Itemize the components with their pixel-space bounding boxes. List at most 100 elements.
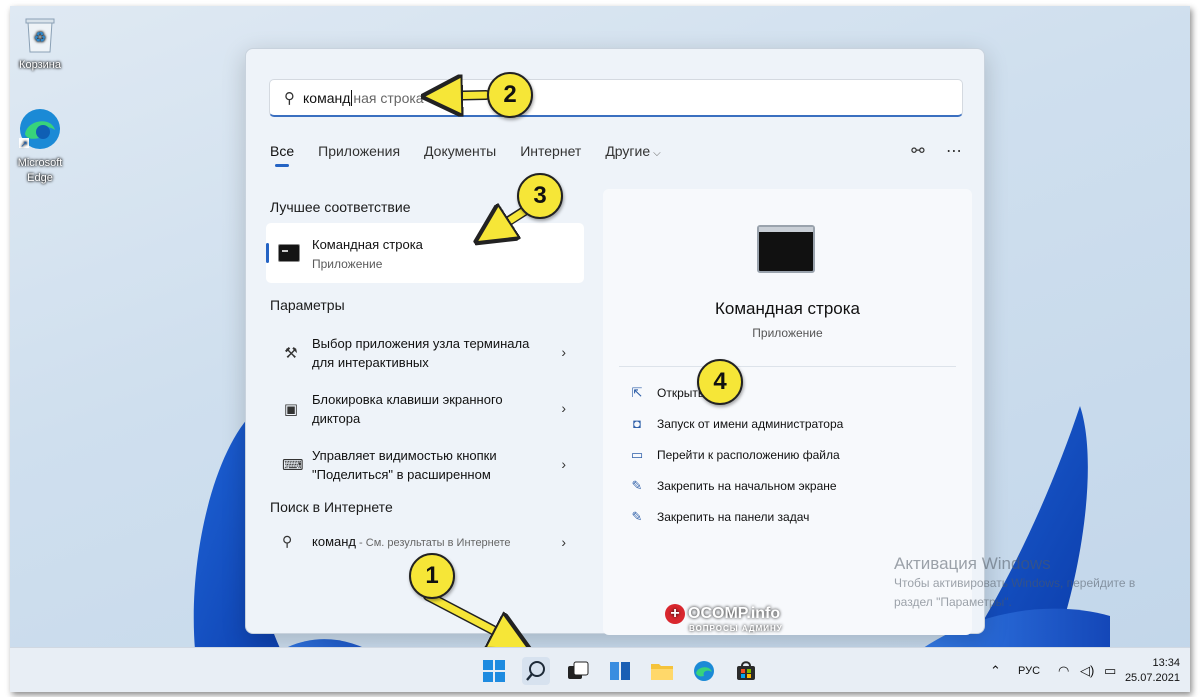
settings-tools-icon: ⚒	[284, 345, 298, 362]
command-prompt-icon	[278, 244, 300, 262]
chevron-right-icon: ›	[561, 400, 566, 416]
clock[interactable]: 13:34 25.07.2021	[1125, 656, 1180, 686]
site-logo: + OCOMP.info ВОПРОСЫ АДМИНУ	[665, 604, 783, 633]
edge-icon	[694, 661, 714, 681]
more-options-icon[interactable]: ⋯	[943, 141, 965, 163]
selection-indicator	[266, 243, 269, 263]
tab-label: Все	[270, 143, 295, 159]
open-external-icon: ⇱	[631, 385, 643, 400]
activation-line: раздел "Параметры".	[894, 595, 1012, 609]
recycle-bin-icon: ♻	[25, 18, 55, 53]
settings-item-text: Управляет видимостью кнопки "Поделиться"…	[312, 448, 497, 482]
step-badge-3: 3	[517, 173, 563, 219]
desktop-icon-recycle-bin[interactable]: ♻ Корзина	[10, 14, 70, 73]
search-icon	[526, 661, 545, 681]
task-view-button[interactable]	[564, 657, 592, 685]
command-prompt-large-icon	[757, 225, 815, 273]
desktop: ♻ Корзина ↗ Microsoft Edge ⚲ команд ная с…	[10, 6, 1190, 692]
activation-line: Чтобы активировать Windows, перейдите в	[894, 576, 1136, 590]
web-hint: - См. результаты в Интернете	[356, 537, 511, 549]
action-pin-to-taskbar[interactable]: ✎ Закрепить на панели задач	[629, 509, 810, 525]
pin-icon: ✎	[631, 478, 643, 493]
network-icon[interactable]: ◠	[1058, 648, 1069, 692]
taskbar: ⌃ РУС ◠ ◁) ▭ 13:34 25.07.2021	[10, 647, 1190, 692]
svg-text:♻: ♻	[34, 29, 47, 45]
action-label: Перейти к расположению файла	[657, 448, 840, 462]
settings-item-terminal-host[interactable]: ⚒ Выбор приложения узла терминала для ин…	[266, 327, 584, 379]
account-switch-icon[interactable]: ⚯	[907, 141, 929, 163]
search-input[interactable]: ⚲ команд ная строка	[269, 79, 963, 117]
svg-text:↗: ↗	[20, 139, 28, 149]
action-label: Закрепить на панели задач	[657, 510, 810, 524]
taskbar-search-button[interactable]	[522, 657, 550, 685]
tab-apps[interactable]: Приложения	[318, 143, 400, 167]
tray-overflow-button[interactable]: ⌃	[990, 648, 1001, 692]
desktop-icon-edge[interactable]: ↗ Microsoft Edge	[10, 106, 70, 186]
step-badge-4: 4	[697, 359, 743, 405]
chevron-right-icon: ›	[561, 344, 566, 360]
settings-item-narrator-lock[interactable]: ▣ Блокировка клавиши экранного диктора ›	[266, 383, 584, 435]
widgets-button[interactable]	[606, 657, 634, 685]
chevron-up-icon: ⌃	[990, 662, 1001, 678]
action-label: Закрепить на начальном экране	[657, 479, 837, 493]
tab-label: Другие	[605, 143, 651, 159]
clock-time: 13:34	[1152, 657, 1180, 669]
logo-brand: OCOMP.info	[688, 605, 781, 622]
best-match-subtitle: Приложение	[312, 257, 383, 271]
tab-other[interactable]: Другие ⌵	[605, 143, 660, 167]
search-suggestion-text: ная строка	[353, 89, 424, 106]
start-button[interactable]	[480, 657, 508, 685]
settings-item-text: Выбор приложения узла терминала для инте…	[312, 336, 530, 370]
store-button[interactable]	[732, 657, 760, 685]
volume-icon[interactable]: ◁)	[1080, 648, 1094, 692]
edge-icon: ↗	[19, 109, 60, 149]
text-caret	[351, 89, 353, 106]
divider	[619, 366, 956, 367]
best-match-title: Командная строка	[312, 237, 423, 252]
file-explorer-button[interactable]	[648, 657, 676, 685]
battery-icon[interactable]: ▭	[1104, 648, 1116, 692]
best-match-item[interactable]: Командная строка Приложение	[266, 223, 584, 283]
best-match-heading: Лучшее соответствие	[270, 199, 411, 215]
settings-item-text: Блокировка клавиши экранного диктора	[312, 392, 503, 426]
windows-logo-icon	[483, 660, 505, 682]
keyboard-icon: ⌨	[282, 457, 304, 474]
tab-internet[interactable]: Интернет	[520, 143, 581, 167]
action-open[interactable]: ⇱ Открыть	[629, 385, 705, 401]
detail-subtitle: Приложение	[752, 326, 823, 340]
settings-item-share-button[interactable]: ⌨ Управляет видимостью кнопки "Поделитьс…	[266, 439, 584, 491]
tab-documents[interactable]: Документы	[424, 143, 496, 167]
tab-label: Интернет	[520, 143, 582, 159]
web-search-heading: Поиск в Интернете	[270, 499, 393, 515]
edge-button[interactable]	[690, 657, 718, 685]
detail-title: Командная строка	[714, 299, 861, 318]
search-icon: ⚲	[282, 533, 293, 549]
language-indicator[interactable]: РУС	[1018, 648, 1040, 692]
pin-icon: ✎	[631, 509, 643, 524]
search-typed-text: команд	[303, 89, 351, 106]
activation-title: Активация Windows	[894, 554, 1051, 573]
chevron-right-icon: ›	[561, 534, 566, 550]
activation-watermark: Активация Windows Чтобы активировать Win…	[894, 554, 1135, 612]
action-open-file-location[interactable]: ▭ Перейти к расположению файла	[629, 447, 840, 463]
admin-shield-icon: ◘	[633, 416, 641, 431]
step-badge-2: 2	[487, 72, 533, 118]
action-run-as-admin[interactable]: ◘ Запуск от имени администратора	[629, 416, 843, 432]
desktop-icon-label: Microsoft Edge	[17, 157, 63, 184]
folder-icon: ▭	[630, 447, 644, 462]
clock-date: 25.07.2021	[1124, 672, 1180, 684]
folder-icon	[651, 664, 673, 680]
logo-tagline: ВОПРОСЫ АДМИНУ	[689, 624, 783, 633]
action-label: Запуск от имени администратора	[657, 417, 844, 431]
language-label: РУС	[1018, 664, 1041, 677]
filter-tabs: Все Приложения Документы Интернет Другие…	[270, 143, 685, 167]
action-pin-to-start[interactable]: ✎ Закрепить на начальном экране	[629, 478, 837, 494]
step-badge-1: 1	[409, 553, 455, 599]
search-icon: ⚲	[284, 89, 295, 107]
tab-label: Приложения	[318, 143, 401, 159]
tab-all[interactable]: Все	[270, 143, 294, 167]
tab-label: Документы	[424, 143, 497, 159]
store-icon	[737, 661, 755, 680]
settings-heading: Параметры	[270, 297, 345, 313]
web-query: команд	[312, 534, 356, 549]
